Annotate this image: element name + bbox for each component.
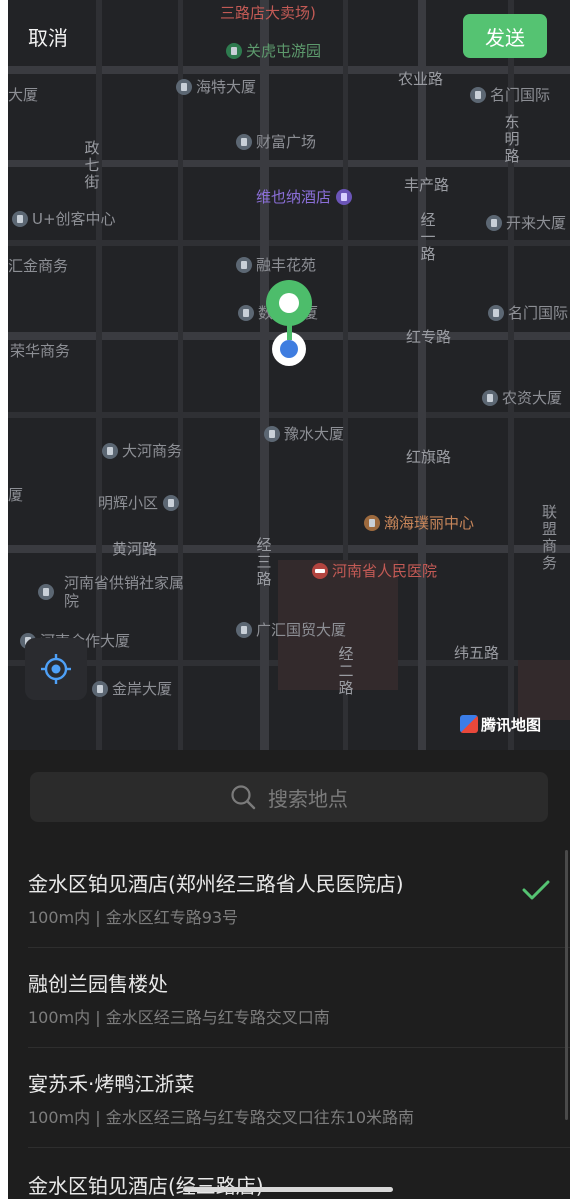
scrollbar[interactable] — [565, 850, 568, 1120]
place-title: 金水区铂见酒店(经三路店) — [28, 1174, 264, 1198]
road — [418, 0, 426, 750]
place-title: 宴苏禾·烤鸭江浙菜 — [28, 1072, 195, 1096]
map-road-label: 经三路 — [256, 536, 272, 588]
hospital-icon — [312, 563, 328, 579]
building-icon — [12, 211, 28, 227]
map-view[interactable]: 三路店大卖场) 关虎屯游园 农业路 海特大厦 名门国际 大厦 政七街 东明路 财… — [8, 0, 570, 750]
building-icon — [162, 495, 179, 511]
tencent-map-icon — [460, 715, 478, 733]
map-road-label: 红旗路 — [406, 448, 452, 466]
map-road-label: 纬五路 — [454, 644, 500, 662]
map-label: 汇金商务 — [8, 257, 69, 275]
building-icon — [482, 390, 498, 406]
map-road-label: 黄河路 — [112, 540, 158, 558]
phone-screen: 三路店大卖场) 关虎屯游园 农业路 海特大厦 名门国际 大厦 政七街 东明路 财… — [8, 0, 570, 1199]
building-icon — [236, 134, 252, 150]
map-label: 融丰花苑 — [236, 256, 316, 274]
road — [178, 0, 183, 750]
map-label: 财富广场 — [236, 133, 316, 151]
hotel-icon — [335, 189, 352, 205]
map-area — [518, 660, 570, 720]
building-icon — [238, 305, 254, 321]
map-label: U+创客中心 — [12, 210, 116, 228]
shopping-icon — [364, 515, 380, 531]
building-icon — [236, 622, 252, 638]
map-brand-logo: 腾讯地图 — [460, 714, 541, 735]
map-label: 豫水大厦 — [264, 425, 344, 443]
locate-me-button[interactable] — [25, 638, 87, 700]
crosshair-icon — [41, 654, 71, 684]
search-placeholder: 搜索地点 — [268, 786, 348, 811]
map-label: 联盟商务 — [542, 503, 558, 572]
building-icon — [38, 584, 54, 600]
map-label: 荣华商务 — [10, 342, 71, 360]
map-label: 开来大厦 — [486, 214, 566, 232]
home-indicator[interactable] — [183, 1187, 393, 1192]
map-road-label: 农业路 — [398, 70, 444, 88]
map-label: 农资大厦 — [482, 389, 562, 407]
map-road-label: 政七街 — [84, 139, 100, 191]
map-label: 瀚海璞丽中心 — [364, 514, 474, 532]
map-label: 维也纳酒店 — [256, 188, 356, 206]
building-icon — [264, 426, 280, 442]
check-icon — [522, 880, 550, 900]
map-label: 金岸大厦 — [92, 680, 172, 698]
place-subtitle: 100m内 | 金水区红专路93号 — [28, 908, 239, 927]
search-icon — [231, 785, 256, 810]
building-icon — [102, 443, 118, 459]
map-road-label: 东明路 — [504, 113, 520, 165]
building-icon — [470, 87, 486, 103]
map-label: 大河商务 — [102, 442, 182, 460]
map-label: 名门国际 — [470, 86, 550, 104]
list-item[interactable]: 宴苏禾·烤鸭江浙菜 100m内 | 金水区经三路与红专路交叉口往东10米路南 — [8, 1048, 570, 1148]
park-icon — [226, 43, 242, 59]
road — [8, 240, 570, 246]
map-label: 广汇国贸大厦 — [236, 621, 346, 639]
map-label: 海特大厦 — [176, 78, 256, 96]
search-input[interactable]: 搜索地点 — [30, 772, 548, 822]
map-label: 三路店大卖场) — [220, 4, 316, 22]
building-icon — [176, 79, 192, 95]
location-picker-sheet: 搜索地点 金水区铂见酒店(郑州经三路省人民医院店) 100m内 | 金水区红专路… — [8, 750, 570, 1199]
map-road-label: 经二路 — [338, 645, 354, 697]
map-label: 河南省供销社家属院 — [38, 574, 184, 610]
place-subtitle: 100m内 | 金水区经三路与红专路交叉口南 — [28, 1008, 330, 1027]
list-item-selected[interactable]: 金水区铂见酒店(郑州经三路省人民医院店) 100m内 | 金水区红专路93号 — [8, 848, 570, 948]
map-label: 关虎屯游园 — [226, 42, 321, 60]
location-pin-icon[interactable] — [266, 280, 312, 326]
list-item[interactable]: 融创兰园售楼处 100m内 | 金水区经三路与红专路交叉口南 — [8, 948, 570, 1048]
place-subtitle: 100m内 | 金水区经三路与红专路交叉口往东10米路南 — [28, 1108, 415, 1127]
map-road-label: 丰产路 — [404, 176, 450, 194]
place-title: 金水区铂见酒店(郑州经三路省人民医院店) — [28, 872, 404, 896]
building-icon — [486, 215, 502, 231]
map-label: 河南省人民医院 — [312, 562, 437, 580]
map-road-label: 红专路 — [406, 328, 452, 346]
map-label: 明辉小区 — [98, 494, 183, 512]
road — [8, 412, 570, 418]
road — [8, 66, 570, 74]
place-title: 融创兰园售楼处 — [28, 972, 168, 996]
map-label: 厦 — [8, 486, 24, 504]
building-icon — [236, 257, 252, 273]
building-icon — [92, 681, 108, 697]
building-icon — [488, 305, 504, 321]
map-label: 名门国际 — [488, 304, 568, 322]
send-button[interactable]: 发送 — [463, 14, 547, 58]
cancel-button[interactable]: 取消 — [28, 22, 68, 51]
road — [8, 545, 570, 553]
map-road-label: 经一路 — [420, 211, 436, 263]
map-label: 大厦 — [8, 86, 39, 104]
